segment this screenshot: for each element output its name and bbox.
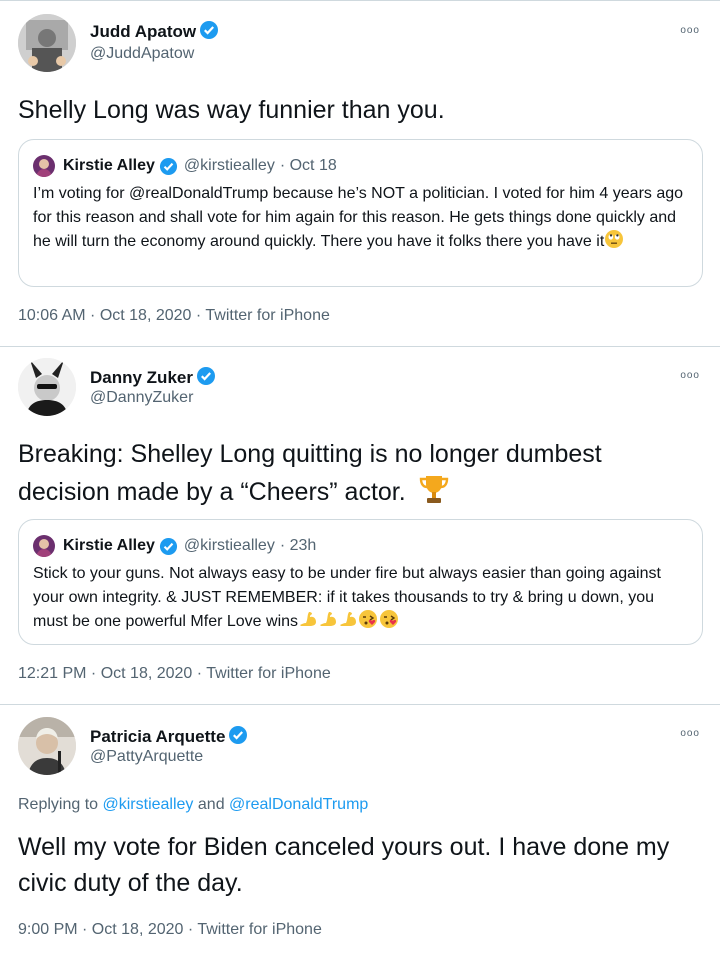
- replying-and-label: and: [197, 796, 225, 813]
- avatar-danny[interactable]: [18, 358, 76, 416]
- face-blowing-kiss-emoji: [380, 610, 399, 628]
- author-handle[interactable]: @PattyArquette: [90, 748, 203, 766]
- quoted-author-name[interactable]: Kirstie Alley: [63, 537, 155, 555]
- quoted-time[interactable]: · 23h: [280, 537, 316, 555]
- face-blowing-kiss-emoji: [359, 610, 378, 628]
- tweet-card-patricia[interactable]: Patricia Arquette @PattyArquette ooo Rep…: [0, 705, 720, 960]
- quoted-author-name[interactable]: Kirstie Alley: [63, 157, 155, 175]
- quoted-text-wrap: I’m voting for @realDonaldTrump because …: [33, 182, 693, 254]
- quoted-avatar[interactable]: [33, 535, 55, 557]
- quoted-text: I’m voting for @realDonaldTrump because …: [33, 185, 684, 250]
- more-options-icon[interactable]: ooo: [680, 728, 700, 739]
- author-name[interactable]: Judd Apatow: [90, 20, 219, 42]
- tweet-timestamp[interactable]: 12:21 PM · Oct 18, 2020 · Twitter for iP…: [18, 665, 331, 683]
- author-handle[interactable]: @DannyZuker: [90, 389, 193, 407]
- tweet-text-wrap: Breaking: Shelley Long quitting is no lo…: [18, 436, 698, 510]
- tweet-text: Well my vote for Biden canceled yours ou…: [18, 833, 670, 897]
- trophy-emoji: [419, 476, 448, 503]
- replying-to-label: Replying to: [18, 796, 99, 813]
- verified-badge-icon: [229, 726, 248, 744]
- flexed-biceps-emoji: [300, 612, 317, 626]
- flexed-biceps-emoji: [320, 612, 337, 626]
- quoted-text-wrap: Stick to your guns. Not always easy to b…: [33, 562, 693, 634]
- quoted-tweet[interactable]: Kirstie Alley @kirstiealley · Oct 18 I’m…: [18, 139, 703, 287]
- tweet-timestamp[interactable]: 10:06 AM · Oct 18, 2020 · Twitter for iP…: [18, 307, 330, 325]
- author-name[interactable]: Danny Zuker: [90, 366, 216, 388]
- tweet-card-judd[interactable]: Judd Apatow @JuddApatow ooo Shelly Long …: [0, 0, 720, 347]
- tweet-card-danny[interactable]: Danny Zuker @DannyZuker ooo Breaking: Sh…: [0, 346, 720, 705]
- flexed-biceps-emoji: [340, 612, 357, 626]
- tweet-text: Breaking: Shelley Long quitting is no lo…: [18, 440, 602, 506]
- author-handle[interactable]: @JuddApatow: [90, 45, 194, 63]
- author-name[interactable]: Patricia Arquette: [90, 725, 248, 747]
- tweet-text: Shelly Long was way funnier than you.: [18, 96, 445, 124]
- quoted-tweet[interactable]: Kirstie Alley @kirstiealley · 23h Stick …: [18, 519, 703, 645]
- more-options-icon[interactable]: ooo: [680, 370, 700, 381]
- tweet-timestamp[interactable]: 9:00 PM · Oct 18, 2020 · Twitter for iPh…: [18, 921, 322, 939]
- verified-badge-icon: [159, 537, 177, 555]
- replying-to: Replying to @kirstiealley and @realDonal…: [18, 796, 368, 814]
- more-options-icon[interactable]: ooo: [680, 25, 700, 36]
- quoted-author-handle[interactable]: @kirstiealley: [184, 537, 275, 555]
- quoted-avatar[interactable]: [33, 155, 55, 177]
- reply-user-link[interactable]: @realDonaldTrump: [229, 796, 368, 813]
- quoted-time[interactable]: · Oct 18: [280, 157, 337, 175]
- verified-badge-icon: [200, 21, 219, 39]
- verified-badge-icon: [159, 157, 177, 175]
- rolling-eyes-emoji: [605, 230, 624, 248]
- avatar-judd[interactable]: [18, 14, 76, 72]
- reply-user-link[interactable]: @kirstiealley: [103, 796, 194, 813]
- verified-badge-icon: [196, 367, 215, 385]
- quoted-author-handle[interactable]: @kirstiealley: [184, 157, 275, 175]
- avatar-patricia[interactable]: [18, 717, 76, 775]
